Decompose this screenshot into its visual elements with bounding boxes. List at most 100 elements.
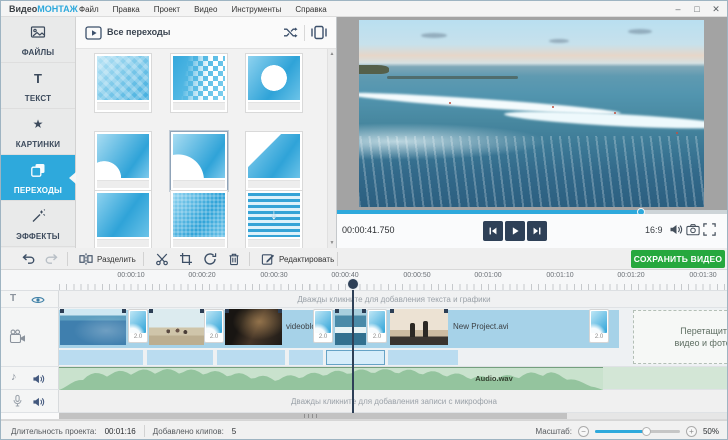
transition-thumb[interactable] (245, 190, 303, 250)
video-clip-1[interactable] (60, 309, 126, 345)
close-button[interactable]: ✕ (711, 1, 721, 17)
transition-chip-thumb (206, 311, 222, 333)
video-camera-icon (9, 329, 26, 349)
transition-clip-3[interactable]: 2.0 (313, 309, 333, 343)
transition-thumb[interactable] (245, 53, 303, 113)
trash-icon[interactable] (227, 252, 241, 271)
speaker-icon[interactable] (32, 372, 45, 390)
menu-item-video[interactable]: Видео (194, 5, 217, 14)
timeline-ruler[interactable]: 00:00:10 00:00:20 00:00:30 00:00:40 00:0… (1, 270, 728, 291)
clip-volume-segment[interactable] (388, 350, 458, 365)
microphone-icon (11, 394, 24, 413)
transition-clip-1[interactable]: 2.0 (128, 309, 148, 343)
slider-knob[interactable] (642, 427, 651, 436)
maximize-button[interactable]: □ (692, 1, 702, 17)
microphone-track[interactable]: Дважды кликните для добавления записи с … (1, 390, 728, 413)
video-clip-3[interactable] (225, 309, 282, 345)
text-track-icon: T (10, 293, 16, 304)
edit-button[interactable]: Редактировать (261, 248, 334, 270)
audio-track-header: ♪ (1, 367, 59, 389)
media-dropzone[interactable]: Перетащите сюда видео и фотографии (633, 310, 728, 364)
ruler-label: 00:00:30 (260, 272, 287, 279)
menu-item-help[interactable]: Справка (295, 5, 326, 14)
rotate-icon[interactable] (203, 252, 217, 271)
prev-frame-button[interactable] (483, 221, 503, 241)
dropzone-text-line1: Перетащите сюда (634, 325, 728, 337)
transition-clip-4[interactable]: 2.0 (367, 309, 387, 343)
sidebar-item-pictures[interactable]: ★ КАРТИНКИ (1, 109, 75, 155)
redo-icon[interactable] (44, 252, 59, 271)
transition-thumb[interactable] (170, 53, 228, 113)
save-video-button[interactable]: СОХРАНИТЬ ВИДЕО (631, 250, 725, 268)
video-clip-5[interactable] (390, 309, 448, 345)
menu-item-tools[interactable]: Инструменты (231, 5, 281, 14)
swimmer-dot (676, 132, 678, 134)
playhead-handle[interactable] (347, 278, 359, 290)
audio-track[interactable]: ♪ Audio.wav (1, 367, 728, 390)
app-window: ВидеоМОНТАЖ Файл Правка Проект Видео Инс… (0, 0, 728, 440)
scrollbar-thumb[interactable] (59, 413, 567, 419)
minimize-button[interactable]: – (673, 1, 683, 17)
transition-thumb[interactable] (94, 131, 152, 191)
transition-thumb[interactable] (245, 131, 303, 191)
transition-thumb[interactable] (94, 53, 152, 113)
play-button[interactable] (505, 221, 525, 241)
transition-duration: 2.0 (206, 333, 222, 342)
transition-preview-circle-out (248, 56, 300, 100)
video-track[interactable]: 2.0 2.0 videoblo 2.0 2.0 New Projec (1, 308, 728, 367)
transition-thumb[interactable] (170, 190, 228, 250)
split-button[interactable]: Разделить (79, 248, 136, 270)
transitions-scrollbar[interactable]: ▲ ▼ (327, 49, 336, 248)
clip-volume-segment[interactable] (147, 350, 213, 365)
menu-item-file[interactable]: Файл (79, 5, 99, 14)
sidebar-item-effects[interactable]: ЭФФЕКТЫ (1, 201, 75, 247)
text-track[interactable]: T Дважды кликните для добавления текста … (1, 291, 728, 308)
thumb-caption-strip (248, 180, 300, 188)
play-box-icon (85, 26, 102, 45)
sidebar-item-text[interactable]: T ТЕКСТ (1, 63, 75, 109)
timeline-zoom-slider[interactable] (595, 426, 680, 437)
edit-toolbar: Разделить Редактировать СОХРАНИТЬ ВИДЕО (1, 248, 728, 270)
video-clip-4[interactable] (335, 309, 366, 345)
ruler-label: 00:01:20 (617, 272, 644, 279)
menu-item-project[interactable]: Проект (154, 5, 180, 14)
next-frame-button[interactable] (527, 221, 547, 241)
speaker-icon[interactable] (669, 223, 683, 241)
clip-volume-segment[interactable] (59, 350, 143, 365)
sidebar-item-transitions[interactable]: ПЕРЕХОДЫ (1, 155, 75, 201)
shuffle-icon[interactable] (283, 25, 298, 45)
video-clip-2[interactable] (149, 309, 204, 345)
carousel-view-icon[interactable] (310, 25, 328, 45)
scroll-up-icon[interactable]: ▲ (328, 51, 336, 57)
crop-icon[interactable] (179, 252, 193, 271)
scroll-down-icon[interactable]: ▼ (328, 240, 336, 246)
clip-volume-segment-selected[interactable] (326, 350, 385, 365)
undo-icon[interactable] (21, 252, 36, 271)
clip-volume-segment[interactable] (217, 350, 285, 365)
snapshot-camera-icon[interactable] (686, 223, 700, 241)
toolbar-separator (143, 252, 144, 266)
transition-clip-2[interactable]: 2.0 (204, 309, 224, 343)
fullscreen-icon[interactable] (703, 223, 716, 241)
transition-preview-circle-corner-big (173, 134, 225, 178)
clip-volume-segment[interactable] (289, 350, 323, 365)
zoom-value: 50% (703, 427, 719, 436)
timeline-horizontal-scrollbar[interactable] (1, 413, 728, 420)
cloud-shape (421, 33, 447, 38)
transition-clip-5[interactable]: 2.0 (589, 309, 609, 343)
transition-chip-thumb (591, 311, 607, 333)
zoom-out-button[interactable]: − (578, 426, 589, 437)
scissors-icon[interactable] (155, 252, 169, 271)
video-preview (359, 20, 704, 207)
sidebar-item-label: КАРТИНКИ (16, 140, 61, 149)
ruler-label: 00:01:30 (689, 272, 716, 279)
transition-thumb-selected[interactable] (170, 131, 228, 191)
transition-thumb[interactable] (94, 190, 152, 250)
sidebar-item-files[interactable]: ФАЙЛЫ (1, 17, 75, 63)
audio-waveform (59, 369, 603, 390)
speaker-icon[interactable] (32, 395, 45, 413)
audio-clip[interactable] (59, 367, 603, 390)
zoom-in-button[interactable]: + (686, 426, 697, 437)
menu-item-edit[interactable]: Правка (113, 5, 140, 14)
sidebar-item-label: ПЕРЕХОДЫ (14, 186, 62, 195)
